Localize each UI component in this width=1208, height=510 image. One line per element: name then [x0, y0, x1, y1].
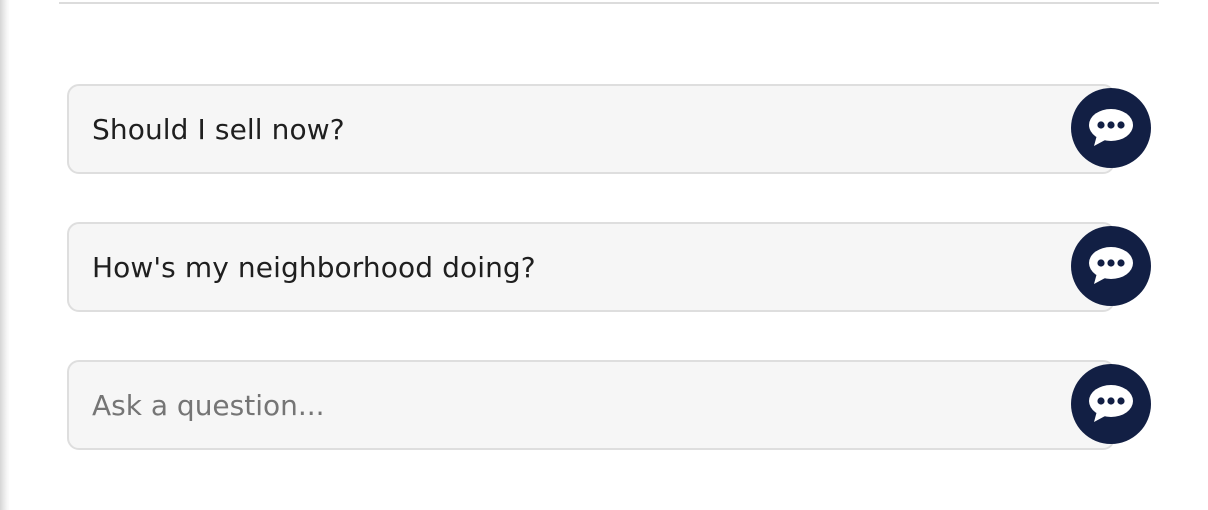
question-input-box[interactable] — [67, 360, 1115, 450]
chat-bubble-icon — [1089, 247, 1133, 284]
question-input-row — [67, 360, 1151, 450]
suggested-question-label: Should I sell now? — [92, 112, 345, 146]
left-panel-shadow — [0, 0, 10, 510]
suggested-question-label: How's my neighborhood doing? — [92, 250, 536, 284]
question-input[interactable] — [92, 388, 1052, 422]
suggested-question-row-neighborhood[interactable]: How's my neighborhood doing? — [67, 222, 1151, 312]
ask-button-neighborhood[interactable] — [1071, 226, 1151, 306]
chat-bubble-icon — [1089, 109, 1133, 146]
suggested-question-neighborhood[interactable]: How's my neighborhood doing? — [67, 222, 1115, 312]
suggested-question-sell[interactable]: Should I sell now? — [67, 84, 1115, 174]
ask-button-sell[interactable] — [1071, 88, 1151, 168]
chat-bubble-icon — [1089, 385, 1133, 422]
ask-question-button[interactable] — [1071, 364, 1151, 444]
suggested-question-row-sell[interactable]: Should I sell now? — [67, 84, 1151, 174]
top-divider — [59, 2, 1159, 4]
